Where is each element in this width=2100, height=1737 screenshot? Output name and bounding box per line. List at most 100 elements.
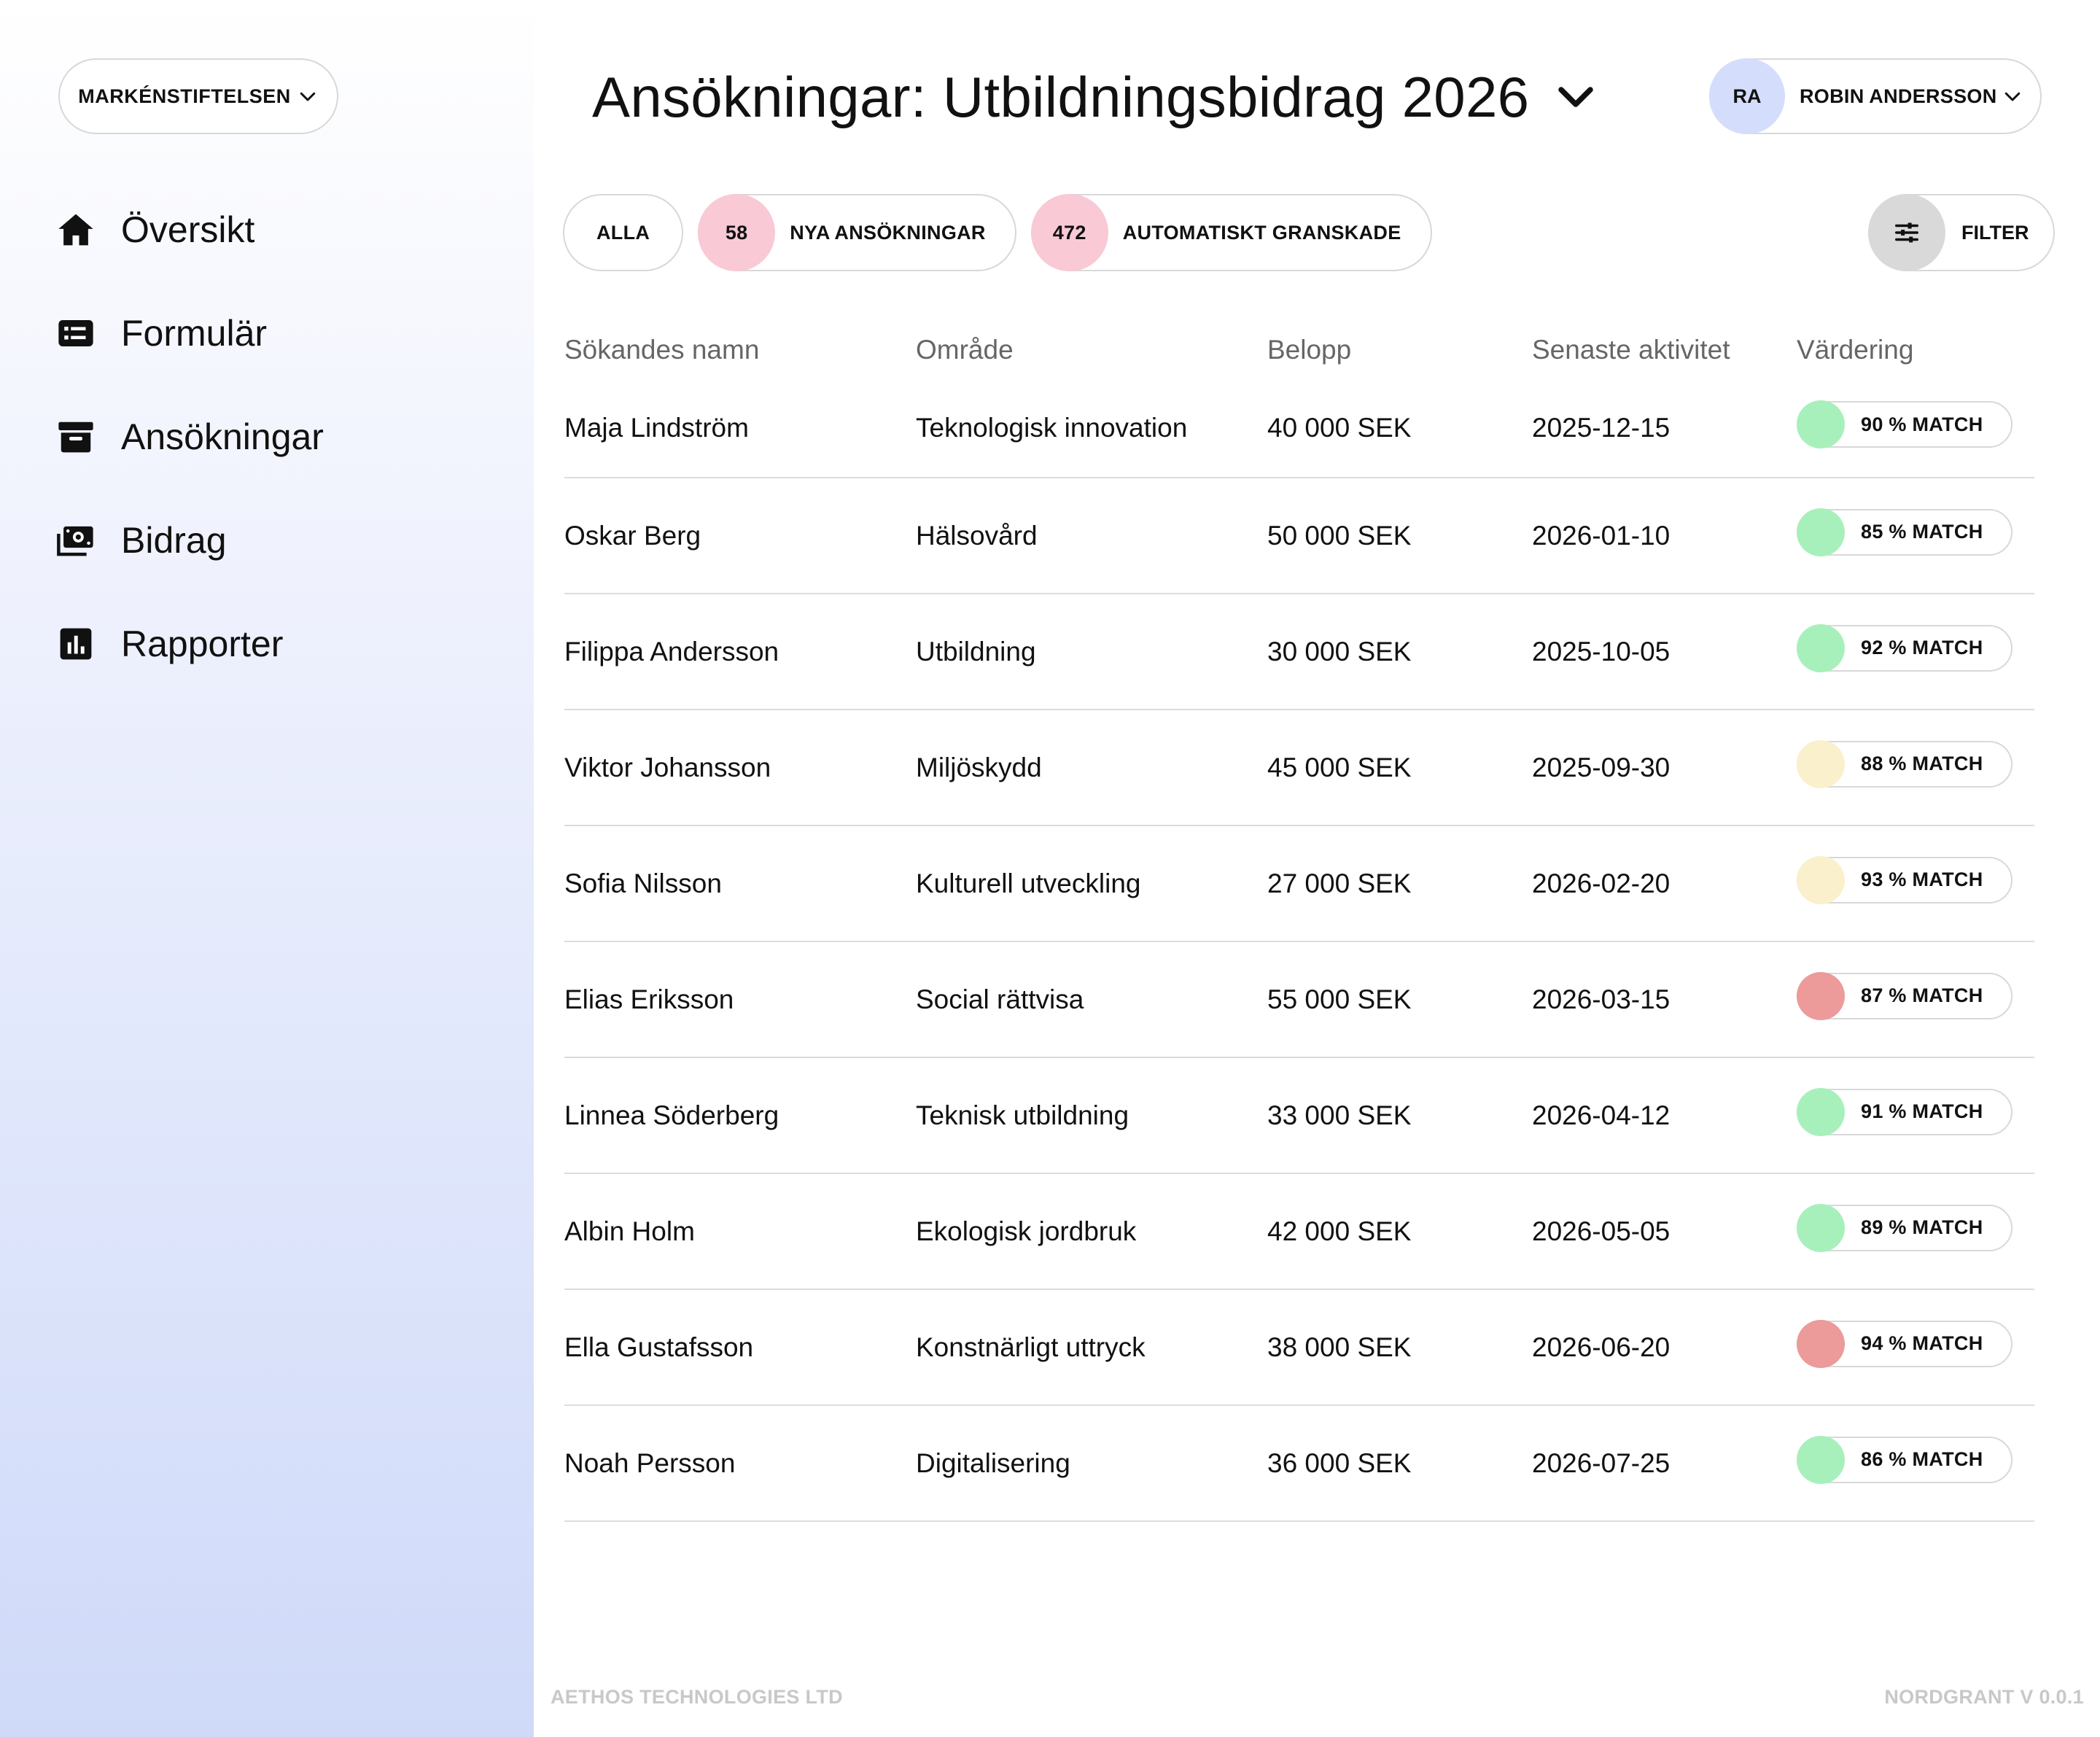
- applicant-area: Miljöskydd: [916, 752, 1042, 782]
- match-label: 85 % MATCH: [1861, 521, 1983, 543]
- match-label: 91 % MATCH: [1861, 1100, 1983, 1122]
- tab-auto-reviewed[interactable]: 472 AUTOMATISKT GRANSKADE: [1030, 194, 1432, 271]
- match-label: 92 % MATCH: [1861, 637, 1983, 658]
- table-row[interactable]: Oskar Berg Hälsovård 50 000 SEK 2026-01-10 8…: [564, 478, 2034, 594]
- filter-button[interactable]: FILTER: [1868, 194, 2055, 271]
- applicant-last-activity: 2026-05-05: [1532, 1216, 1671, 1246]
- sidebar-item-formular[interactable]: Formulär: [55, 281, 324, 385]
- column-header-activity[interactable]: Senaste aktivitet: [1532, 335, 1797, 365]
- match-badge[interactable]: 87 % MATCH: [1797, 971, 2012, 1020]
- tab-all[interactable]: ALLA: [563, 194, 684, 271]
- sidebar-item-bidrag[interactable]: Bidrag: [55, 489, 324, 592]
- report-chart-icon: [55, 623, 96, 664]
- count-badge: 472: [1030, 194, 1108, 271]
- applicant-name: Albin Holm: [564, 1216, 695, 1246]
- rating-cell: 93 % MATCH: [1797, 855, 2034, 911]
- organization-name: MARKÉNSTIFTELSEN: [78, 85, 291, 107]
- applicant-name: Ella Gustafsson: [564, 1332, 754, 1362]
- column-header-area[interactable]: Område: [916, 335, 1267, 365]
- rating-cell: 88 % MATCH: [1797, 739, 2034, 795]
- table-header: Sökandes namn Område Belopp Senaste akti…: [564, 321, 2034, 379]
- applicant-name: Sofia Nilsson: [564, 868, 722, 898]
- applicant-amount: 30 000 SEK: [1267, 636, 1412, 667]
- table-row[interactable]: Elias Eriksson Social rättvisa 55 000 SEK 2…: [564, 942, 2034, 1058]
- applicant-amount: 55 000 SEK: [1267, 984, 1412, 1014]
- applicant-amount: 36 000 SEK: [1267, 1448, 1412, 1478]
- match-badge[interactable]: 93 % MATCH: [1797, 855, 2012, 904]
- home-icon: [55, 209, 96, 250]
- sidebar-item-label: Översikt: [121, 209, 255, 250]
- organization-selector[interactable]: MARKÉNSTIFTELSEN: [58, 58, 338, 134]
- column-header-amount[interactable]: Belopp: [1267, 335, 1532, 365]
- match-badge[interactable]: 92 % MATCH: [1797, 623, 2012, 672]
- rating-cell: 89 % MATCH: [1797, 1203, 2034, 1259]
- tab-new-applications[interactable]: 58 NYA ANSÖKNINGAR: [698, 194, 1016, 271]
- applicant-last-activity: 2025-10-05: [1532, 636, 1671, 667]
- applicant-last-activity: 2025-12-15: [1532, 413, 1671, 443]
- column-header-name[interactable]: Sökandes namn: [564, 335, 916, 365]
- match-label: 87 % MATCH: [1861, 984, 1983, 1006]
- applicant-amount: 45 000 SEK: [1267, 752, 1412, 782]
- match-badge[interactable]: 85 % MATCH: [1797, 508, 2012, 556]
- match-badge[interactable]: 86 % MATCH: [1797, 1435, 2012, 1484]
- table-row[interactable]: Noah Persson Digitalisering 36 000 SEK 2026…: [564, 1406, 2034, 1522]
- rating-cell: 91 % MATCH: [1797, 1087, 2034, 1143]
- table-row[interactable]: Sofia Nilsson Kulturell utveckling 27 000 …: [564, 826, 2034, 942]
- footer-version: NORDGRANT V 0.0.1: [1884, 1686, 2084, 1708]
- user-name: ROBIN ANDERSSON: [1800, 85, 1997, 107]
- filter-label: FILTER: [1961, 221, 2029, 244]
- rating-cell: 86 % MATCH: [1797, 1435, 2034, 1491]
- applicant-name: Maja Lindström: [564, 413, 749, 443]
- match-label: 88 % MATCH: [1861, 753, 1983, 774]
- archive-icon: [55, 416, 96, 457]
- filter-tabs: ALLA 58 NYA ANSÖKNINGAR 472 AUTOMATISKT …: [563, 194, 1432, 271]
- applicant-area: Teknologisk innovation: [916, 413, 1188, 443]
- status-dot-icon: [1797, 1203, 1845, 1252]
- rating-cell: 90 % MATCH: [1797, 400, 2034, 455]
- table-row[interactable]: Maja Lindström Teknologisk innovation 40 0…: [564, 379, 2034, 478]
- sidebar-item-label: Bidrag: [121, 520, 227, 561]
- table-row[interactable]: Linnea Söderberg Teknisk utbildning 33 000…: [564, 1058, 2034, 1174]
- applicant-area: Ekologisk jordbruk: [916, 1216, 1137, 1246]
- applicant-area: Social rättvisa: [916, 984, 1084, 1014]
- sliders-icon: [1868, 194, 1945, 271]
- table-row[interactable]: Ella Gustafsson Konstnärligt uttryck 38 00…: [564, 1290, 2034, 1406]
- applicant-name: Linnea Söderberg: [564, 1100, 779, 1130]
- applicant-amount: 40 000 SEK: [1267, 413, 1412, 443]
- rating-cell: 87 % MATCH: [1797, 971, 2034, 1027]
- applicant-amount: 50 000 SEK: [1267, 520, 1412, 551]
- match-badge[interactable]: 91 % MATCH: [1797, 1087, 2012, 1136]
- sidebar-nav: Översikt Formulär Ansökningar Bidrag Rap…: [55, 178, 324, 696]
- applicant-amount: 42 000 SEK: [1267, 1216, 1412, 1246]
- applicant-last-activity: 2026-06-20: [1532, 1332, 1671, 1362]
- tab-label: NYA ANSÖKNINGAR: [790, 221, 986, 244]
- chevron-down-icon[interactable]: [1554, 75, 1598, 119]
- match-badge[interactable]: 94 % MATCH: [1797, 1319, 2012, 1368]
- table-row[interactable]: Albin Holm Ekologisk jordbruk 42 000 SEK 20…: [564, 1174, 2034, 1290]
- applicant-last-activity: 2026-01-10: [1532, 520, 1671, 551]
- count-badge: 58: [698, 194, 776, 271]
- rating-cell: 94 % MATCH: [1797, 1319, 2034, 1375]
- match-badge[interactable]: 89 % MATCH: [1797, 1203, 2012, 1252]
- match-badge[interactable]: 90 % MATCH: [1797, 400, 2012, 448]
- applicant-amount: 27 000 SEK: [1267, 868, 1412, 898]
- match-label: 89 % MATCH: [1861, 1216, 1983, 1238]
- column-header-rating[interactable]: Värdering: [1797, 335, 2034, 365]
- sidebar-item-label: Ansökningar: [121, 416, 324, 457]
- footer-company: AETHOS TECHNOLOGIES LTD: [551, 1686, 843, 1708]
- applicant-area: Hälsovård: [916, 520, 1038, 551]
- match-badge[interactable]: 88 % MATCH: [1797, 739, 2012, 788]
- applicant-name: Noah Persson: [564, 1448, 736, 1478]
- table-row[interactable]: Filippa Andersson Utbildning 30 000 SEK 202…: [564, 594, 2034, 710]
- status-dot-icon: [1797, 971, 1845, 1020]
- user-menu[interactable]: RA ROBIN ANDERSSON: [1709, 58, 2042, 134]
- table-row[interactable]: Viktor Johansson Miljöskydd 45 000 SEK 2025…: [564, 710, 2034, 826]
- match-label: 94 % MATCH: [1861, 1332, 1983, 1354]
- sidebar-item-rapporter[interactable]: Rapporter: [55, 592, 324, 696]
- match-label: 93 % MATCH: [1861, 868, 1983, 890]
- applicant-name: Oskar Berg: [564, 520, 701, 551]
- table-body: Maja Lindström Teknologisk innovation 40 0…: [564, 379, 2034, 1522]
- status-dot-icon: [1797, 739, 1845, 788]
- sidebar-item-oversikt[interactable]: Översikt: [55, 178, 324, 281]
- sidebar-item-ansokningar[interactable]: Ansökningar: [55, 385, 324, 489]
